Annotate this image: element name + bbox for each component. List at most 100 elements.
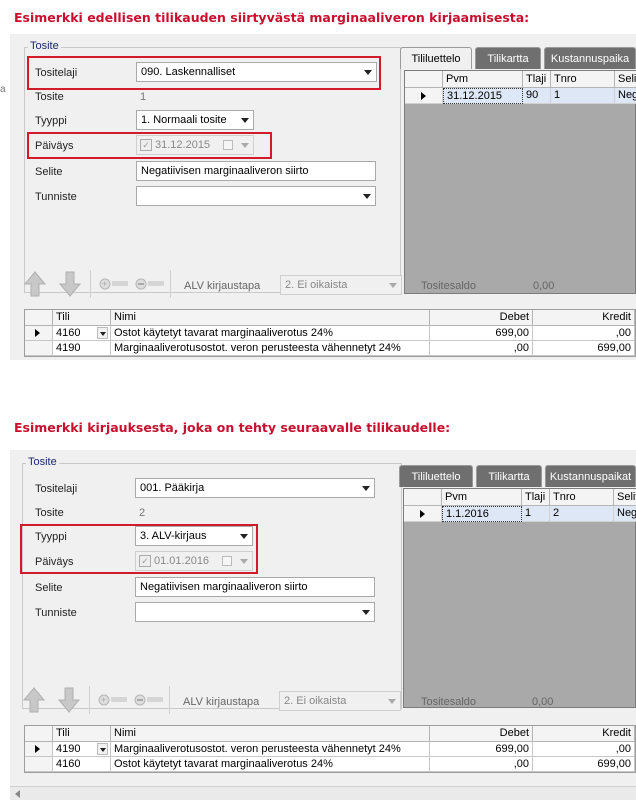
tunniste-select[interactable] — [135, 602, 375, 622]
remove-row-icon[interactable] — [134, 276, 166, 292]
entry-debet-cell[interactable]: 699,00 — [430, 326, 533, 341]
alv-kirjaustapa-select[interactable]: 2. Ei oikaista — [279, 691, 401, 711]
label-tunniste: Tunniste — [35, 191, 77, 203]
tunniste-select[interactable] — [136, 186, 376, 206]
side-tabs: Tililuettelo Tilikartta Kustannuspaika — [400, 47, 636, 69]
entry-nimi-cell[interactable]: Ostot käytetyt tavarat marginaaliverotus… — [111, 757, 430, 772]
entries-header-kredit[interactable]: Kredit — [533, 726, 635, 742]
tili-dropdown-button[interactable] — [97, 327, 108, 339]
tili-dropdown-button[interactable] — [97, 743, 108, 755]
tositesaldo-label: Tositesaldo — [421, 696, 477, 708]
entries-header-kredit[interactable]: Kredit — [533, 310, 635, 326]
tab-tililuettelo[interactable]: Tililuettelo — [399, 465, 473, 487]
alv-kirjaustapa-value: 2. Ei oikaista — [284, 695, 347, 707]
entry-debet-cell[interactable]: ,00 — [430, 757, 533, 772]
grid-cell-selite[interactable]: Neg — [615, 88, 636, 104]
entry-tili-cell[interactable]: 4190 — [53, 341, 111, 356]
grid-header-indicator — [404, 489, 442, 506]
highlight-tositelaji — [27, 56, 381, 90]
entry-kredit-cell[interactable]: 699,00 — [533, 757, 635, 772]
entry-kredit-cell[interactable]: 699,00 — [533, 341, 635, 356]
grid-header-tlaji[interactable]: Tlaji — [522, 489, 550, 506]
entries-header-debet[interactable]: Debet — [430, 726, 533, 742]
chevron-left-icon[interactable] — [14, 790, 22, 798]
horizontal-scrollbar[interactable] — [10, 786, 636, 800]
tositesaldo-value: 0,00 — [532, 696, 554, 708]
grid-cell-tlaji[interactable]: 1 — [522, 506, 550, 522]
grid-header-selite[interactable]: Selit — [615, 71, 636, 88]
entry-tili-value: 4160 — [56, 327, 81, 339]
entry-debet-cell[interactable]: ,00 — [430, 341, 533, 356]
grid-header-pvm[interactable]: Pvm — [442, 489, 522, 506]
entry-tili-value: 4190 — [56, 743, 81, 755]
add-row-icon[interactable]: + — [97, 692, 129, 708]
tab-tililuettelo[interactable]: Tililuettelo — [400, 47, 472, 69]
grid-cell-tnro[interactable]: 2 — [550, 506, 614, 522]
selite-input[interactable]: Negatiivisen marginaaliveron siirto — [135, 577, 375, 597]
arrow-down-icon[interactable] — [58, 270, 82, 298]
entry-nimi-cell[interactable]: Marginaaliverotusostot. veron perusteest… — [111, 742, 430, 757]
remove-row-icon[interactable] — [133, 692, 165, 708]
grid-cell-tnro[interactable]: 1 — [551, 88, 615, 104]
chevron-down-icon[interactable] — [362, 610, 370, 615]
grid-header-tlaji[interactable]: Tlaji — [523, 71, 551, 88]
voucher-grid[interactable]: Pvm Tlaji Tnro Selit 31.12.2015 90 1 Neg — [404, 70, 636, 294]
tositelaji-select[interactable]: 001. Pääkirja — [135, 478, 375, 498]
tyyppi-value: 1. Normaali tosite — [141, 114, 227, 126]
grid-row-indicator — [405, 88, 443, 104]
entry-kredit-cell[interactable]: ,00 — [533, 326, 635, 341]
grid-cell-tlaji[interactable]: 90 — [523, 88, 551, 104]
chevron-down-icon[interactable] — [241, 118, 249, 123]
entries-header-nimi[interactable]: Nimi — [111, 310, 430, 326]
selite-input[interactable]: Negatiivisen marginaaliveron siirto — [136, 161, 376, 181]
entry-debet-cell[interactable]: 699,00 — [430, 742, 533, 757]
grid-header-tnro[interactable]: Tnro — [551, 71, 615, 88]
chevron-down-icon[interactable] — [363, 194, 371, 199]
entry-nimi-cell[interactable]: Marginaaliverotusostot. veron perusteest… — [111, 341, 430, 356]
alv-kirjaustapa-value: 2. Ei oikaista — [285, 279, 348, 291]
grid-header-indicator — [405, 71, 443, 88]
grid-cell-pvm[interactable]: 31.12.2015 — [443, 88, 523, 104]
toolbar-divider — [170, 270, 171, 298]
entries-table[interactable]: Tili Nimi Debet Kredit 4160 Ostot käytet… — [24, 309, 636, 357]
tyyppi-select[interactable]: 1. Normaali tosite — [136, 110, 254, 130]
toolbar-divider — [169, 686, 170, 714]
grid-header-pvm[interactable]: Pvm — [443, 71, 523, 88]
entries-header-indicator — [25, 310, 53, 326]
entry-tili-cell[interactable]: 4160 — [53, 326, 111, 341]
entries-header-nimi[interactable]: Nimi — [111, 726, 430, 742]
chevron-down-icon[interactable] — [388, 699, 396, 704]
entries-header-tili[interactable]: Tili — [53, 726, 111, 742]
toolbar-divider — [90, 270, 91, 298]
entry-row-indicator — [25, 326, 53, 341]
alv-kirjaustapa-select[interactable]: 2. Ei oikaista — [280, 275, 402, 295]
entry-nimi-cell[interactable]: Ostot käytetyt tavarat marginaaliverotus… — [111, 326, 430, 341]
chevron-down-icon — [100, 332, 106, 336]
chevron-down-icon[interactable] — [389, 283, 397, 288]
grid-cell-selite[interactable]: Neg — [614, 506, 636, 522]
chevron-down-icon[interactable] — [362, 486, 370, 491]
entry-tili-cell[interactable]: 4160 — [53, 757, 111, 772]
selite-value: Negatiivisen marginaaliveron siirto — [140, 581, 308, 593]
entry-kredit-cell[interactable]: ,00 — [533, 742, 635, 757]
grid-row-indicator — [404, 506, 442, 522]
entries-table[interactable]: Tili Nimi Debet Kredit 4190 Marginaalive… — [24, 725, 636, 773]
tab-tilikartta[interactable]: Tilikartta — [475, 47, 541, 69]
label-tosite: Tosite — [35, 91, 64, 103]
entries-header-debet[interactable]: Debet — [430, 310, 533, 326]
grid-cell-pvm[interactable]: 1.1.2016 — [442, 506, 522, 522]
grid-header-tnro[interactable]: Tnro — [550, 489, 614, 506]
grid-header-selite[interactable]: Selit — [614, 489, 636, 506]
arrow-up-icon[interactable] — [23, 270, 47, 298]
entries-header-tili[interactable]: Tili — [53, 310, 111, 326]
tab-kustannuspaikat[interactable]: Kustannuspaikat — [545, 465, 636, 487]
tab-kustannuspaikat[interactable]: Kustannuspaika — [544, 47, 636, 69]
arrow-down-icon[interactable] — [57, 686, 81, 714]
left-edge-fragment: a — [0, 84, 6, 95]
entry-tili-cell[interactable]: 4190 — [53, 742, 111, 757]
arrow-up-icon[interactable] — [22, 686, 46, 714]
tab-tilikartta[interactable]: Tilikartta — [476, 465, 542, 487]
voucher-grid[interactable]: Pvm Tlaji Tnro Selit 1.1.2016 1 2 Neg — [403, 488, 636, 708]
side-tabs: Tililuettelo Tilikartta Kustannuspaikat — [399, 465, 636, 487]
add-row-icon[interactable]: + — [98, 276, 130, 292]
